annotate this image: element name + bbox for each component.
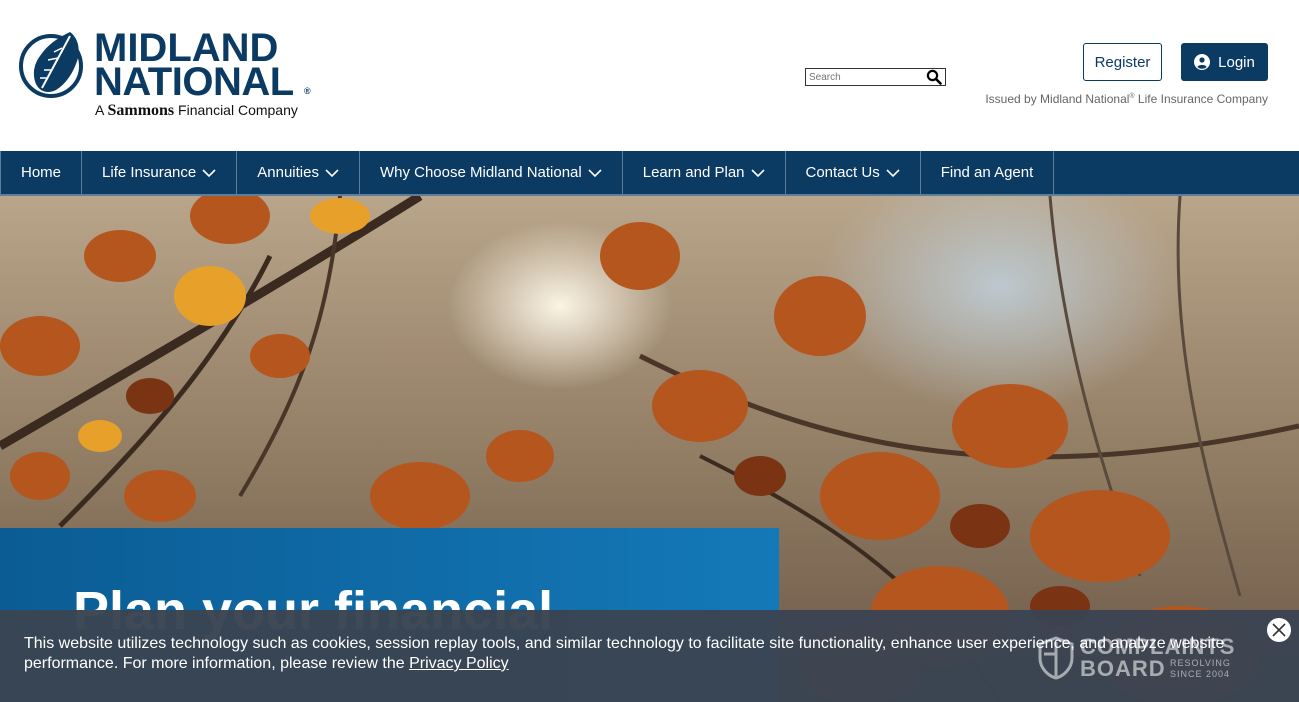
registered-mark: ® xyxy=(304,86,311,96)
issuer-note: Issued by Midland National® Life Insuran… xyxy=(985,92,1268,106)
close-icon xyxy=(1272,623,1286,637)
search-icon[interactable] xyxy=(926,69,942,85)
search-input[interactable] xyxy=(806,69,924,85)
nav-item-contact-us[interactable]: Contact Us xyxy=(784,151,921,194)
nav-item-find-an-agent[interactable]: Find an Agent xyxy=(919,151,1055,194)
oak-leaf-icon xyxy=(19,32,83,98)
complaints-board-watermark: COMPLAINTS BOARD RESOLVING SINCE 2004 xyxy=(1038,634,1253,684)
shield-icon xyxy=(1038,636,1074,680)
nav-item-life-insurance[interactable]: Life Insurance xyxy=(81,151,238,194)
nav-item-annuities[interactable]: Annuities xyxy=(236,151,360,194)
cookie-banner: This website utilizes technology such as… xyxy=(0,610,1299,702)
register-button[interactable]: Register xyxy=(1083,43,1162,81)
chevron-down-icon xyxy=(886,168,900,177)
user-circle-icon xyxy=(1194,54,1211,70)
brand-name-line2: NATIONAL xyxy=(94,60,294,104)
chevron-down-icon xyxy=(588,168,602,177)
login-label: Login xyxy=(1218,53,1255,71)
chevron-down-icon xyxy=(750,168,765,177)
chevron-down-icon xyxy=(202,168,216,177)
nav-item-learn-and-plan[interactable]: Learn and Plan xyxy=(621,151,786,194)
site-header: MIDLAND NATIONAL ® A Sammons Financial C… xyxy=(0,0,1299,151)
chevron-down-icon xyxy=(325,168,339,177)
login-button[interactable]: Login xyxy=(1181,43,1268,81)
privacy-policy-link[interactable]: Privacy Policy xyxy=(409,655,509,672)
midland-national-logo[interactable]: MIDLAND NATIONAL ® A Sammons Financial C… xyxy=(18,26,318,126)
cookie-close-button[interactable] xyxy=(1267,618,1291,642)
search-box xyxy=(805,68,946,86)
main-nav: Home Life Insurance Annuities Why Choose… xyxy=(0,151,1299,196)
brand-tagline: A Sammons Financial Company xyxy=(95,102,298,119)
nav-item-home[interactable]: Home xyxy=(0,151,83,194)
nav-item-why-choose[interactable]: Why Choose Midland National xyxy=(358,151,623,194)
